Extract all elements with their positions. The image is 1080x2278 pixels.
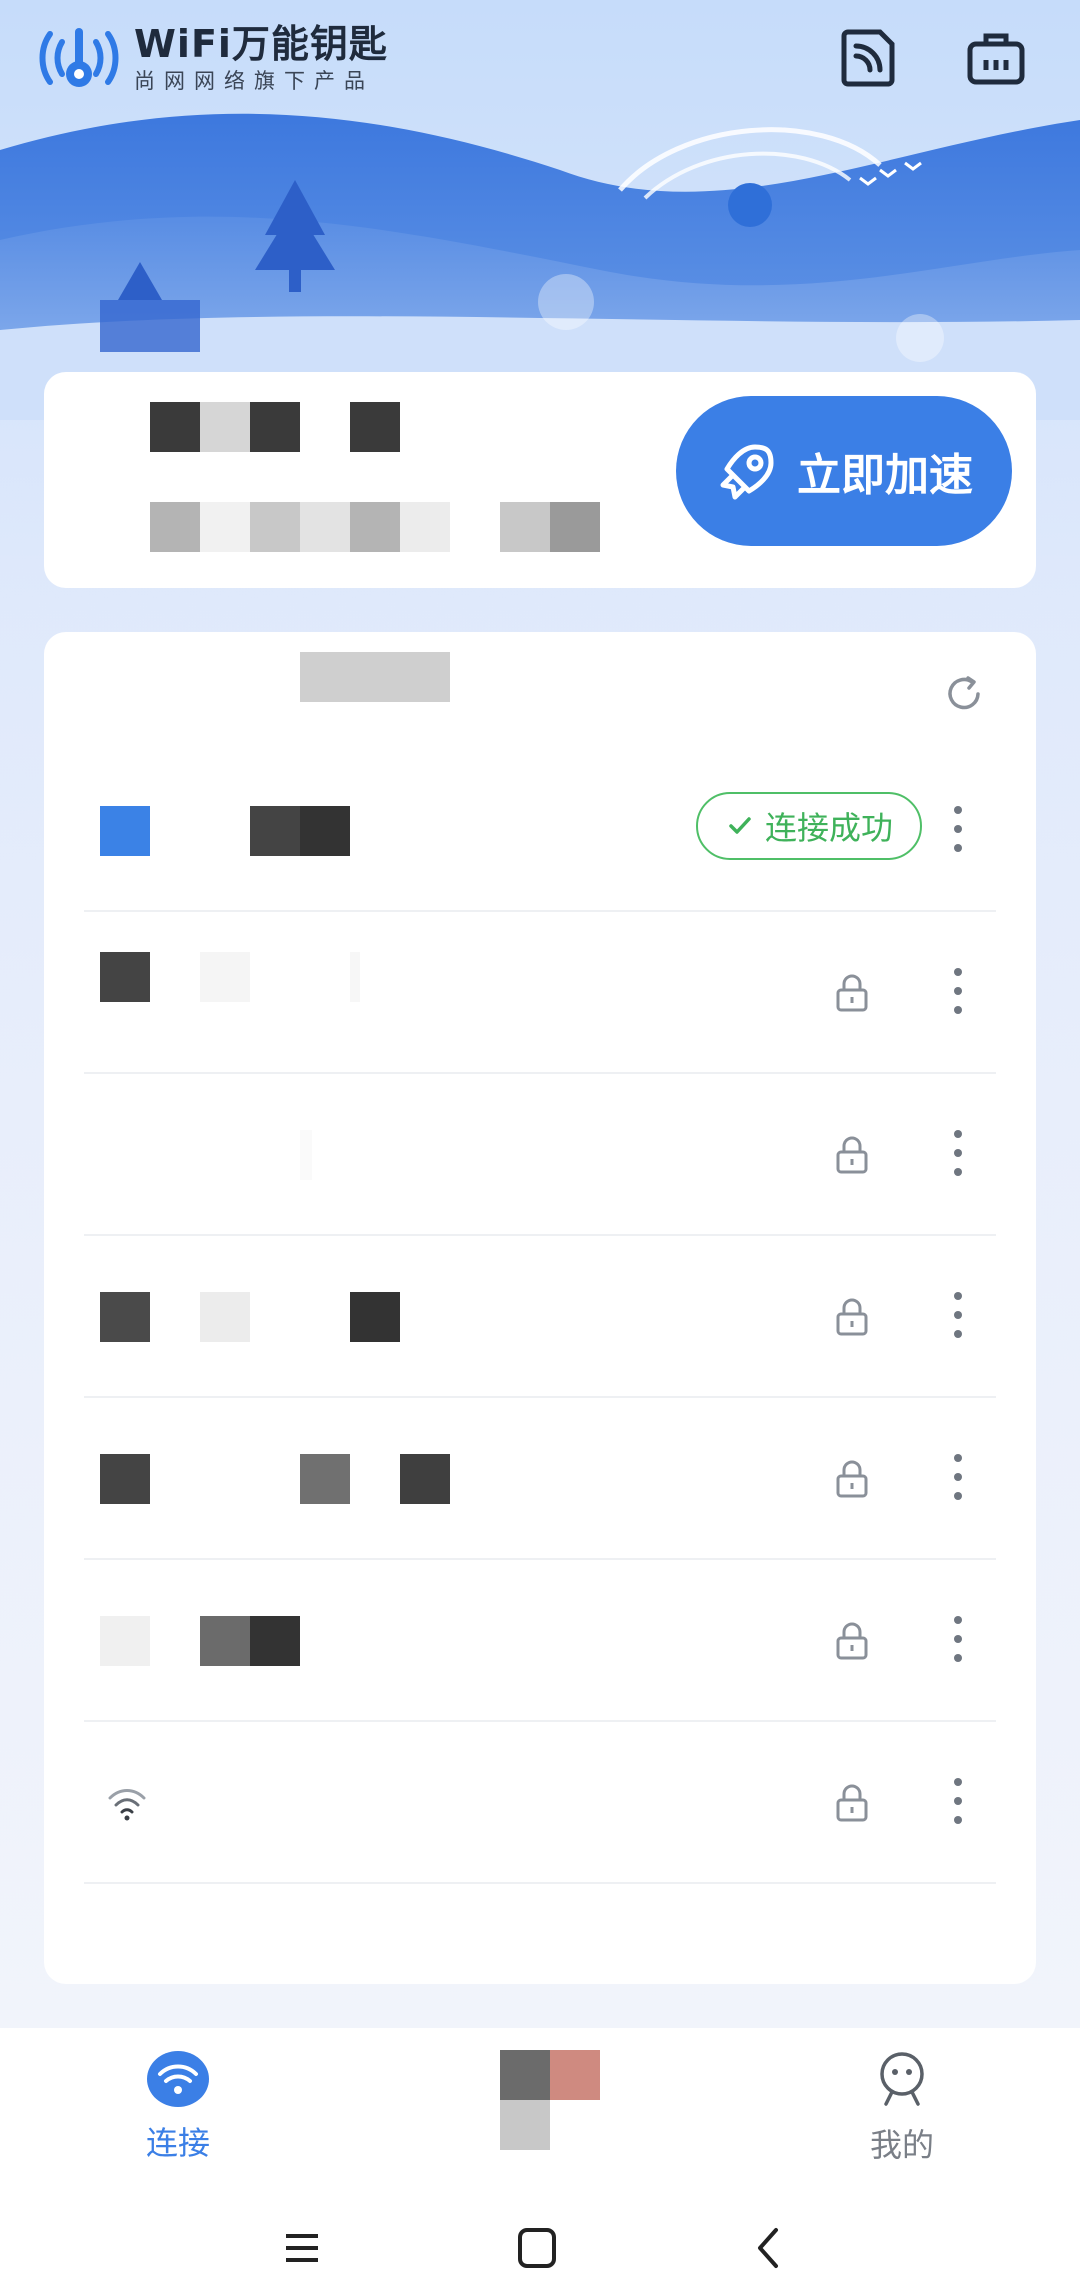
redacted-tab[interactable]	[500, 2050, 600, 2150]
wifi-row[interactable]: 连接成功	[44, 750, 1036, 912]
redacted-network-name	[100, 1616, 360, 1666]
more-vertical-icon[interactable]	[950, 1292, 966, 1342]
lock-icon	[836, 1298, 868, 1336]
divider	[84, 1882, 996, 1884]
back-icon[interactable]	[730, 2220, 810, 2276]
boost-label: 立即加速	[797, 451, 973, 500]
bottom-navigation: 连接 我的	[0, 2028, 1080, 2278]
more-vertical-icon[interactable]	[950, 1616, 966, 1666]
tab-connect-label: 连接	[145, 2124, 210, 2162]
list-header	[44, 632, 1036, 750]
more-vertical-icon[interactable]	[950, 1454, 966, 1504]
refresh-icon[interactable]	[942, 672, 986, 716]
more-vertical-icon[interactable]	[950, 1130, 966, 1180]
lock-icon	[836, 974, 868, 1012]
lock-icon	[836, 1784, 868, 1822]
app-title: WiFi万能钥匙	[134, 22, 388, 66]
redacted-list-title	[300, 652, 450, 702]
menu-icon[interactable]	[262, 2220, 342, 2276]
wifi-icon	[147, 2051, 209, 2107]
wifi-list-card: 连接成功	[44, 632, 1036, 1984]
redacted-network-name	[100, 806, 360, 856]
system-navigation-bar	[0, 2220, 1080, 2278]
rocket-icon	[720, 444, 774, 500]
home-icon[interactable]	[496, 2220, 576, 2276]
boost-button[interactable]: 立即加速	[676, 396, 1012, 546]
check-icon	[729, 817, 751, 834]
redacted-network-name	[100, 1130, 360, 1180]
report-icon[interactable]	[836, 26, 900, 90]
wifi-row[interactable]	[44, 1398, 1036, 1560]
app-logo: WiFi万能钥匙 尚网网络旗下产品	[38, 22, 388, 94]
more-vertical-icon[interactable]	[950, 968, 966, 1018]
wifi-row[interactable]	[44, 1560, 1036, 1722]
tab-profile-label: 我的	[869, 2126, 934, 2164]
wifi-row[interactable]	[44, 1722, 1036, 1884]
lock-icon	[836, 1460, 868, 1498]
lock-icon	[836, 1622, 868, 1660]
wifi-key-logo-icon	[39, 28, 119, 87]
wifi-signal-icon	[108, 1789, 146, 1821]
toolbox-icon[interactable]	[964, 26, 1028, 90]
wifi-row[interactable]	[44, 1236, 1036, 1398]
more-vertical-icon[interactable]	[950, 1778, 966, 1828]
redacted-network-name	[100, 1454, 450, 1504]
tab-profile[interactable]: 我的	[802, 2050, 1002, 2190]
wifi-row[interactable]	[44, 1074, 1036, 1236]
lock-icon	[836, 1136, 868, 1174]
redacted-network-name	[100, 1292, 400, 1342]
tab-connect[interactable]: 连接	[78, 2050, 278, 2190]
profile-icon	[880, 2052, 924, 2106]
redacted-network-name	[100, 952, 360, 1002]
app-header: WiFi万能钥匙 尚网网络旗下产品	[0, 0, 1080, 420]
app-subtitle: 尚网网络旗下产品	[134, 69, 374, 93]
status-text: 连接成功	[764, 809, 893, 847]
connection-status-badge: 连接成功	[696, 792, 922, 860]
more-vertical-icon[interactable]	[950, 806, 966, 856]
wifi-row[interactable]	[44, 912, 1036, 1074]
redacted-network-name	[44, 372, 644, 588]
